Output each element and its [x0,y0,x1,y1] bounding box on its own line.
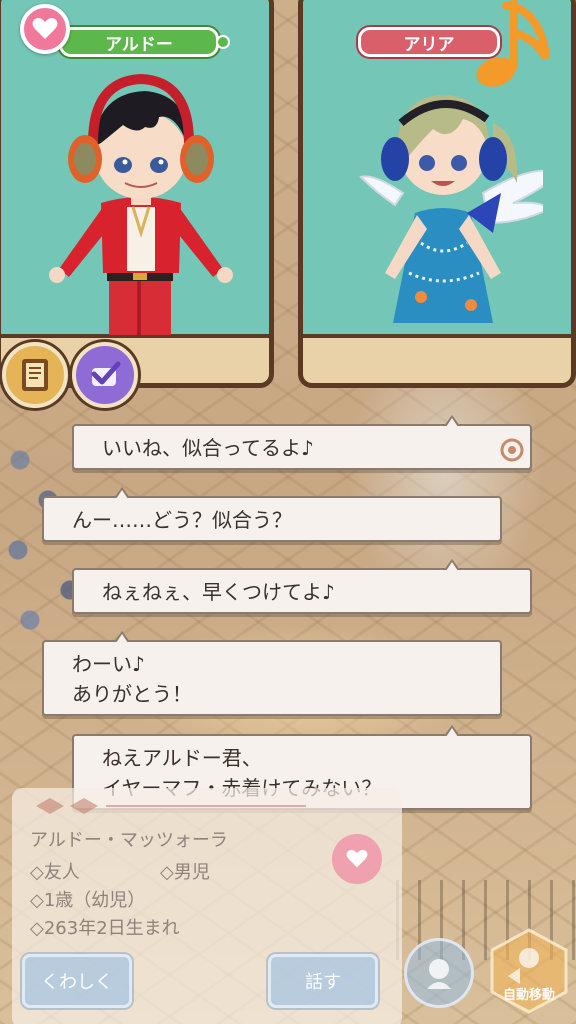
dialogue-line: ねぇねぇ、早くつけてよ♪ [102,580,335,604]
dialogue-bubble-right: ねぇねぇ、早くつけてよ♪ [72,559,532,614]
profile-gender: ◇男児 [160,862,210,883]
aldo-character-avatar [49,73,233,335]
character-name-right: アリア [403,34,455,55]
dialogue-bubble-right: いいね、似合ってるよ♪ [72,415,532,470]
book-icon [22,359,48,391]
emote-button[interactable] [404,938,474,1008]
talk-button[interactable]: 話す [268,954,378,1008]
decorative-border [36,798,306,814]
character-name-left: アルドー [105,34,173,55]
profile-age: ◇1歳（幼児） [30,890,146,911]
checkmark-icon [91,361,121,386]
dialogue-bubble-left: んー……どう？似合う？ [42,487,502,542]
heart-badge[interactable] [20,4,70,54]
auto-move-label: 自動移動 [502,988,555,1003]
dialogue-line: いいね、似合ってるよ♪ [102,436,314,460]
details-button[interactable]: くわしく [22,954,132,1008]
aria-character-avatar [359,95,543,323]
auto-move-button[interactable]: 自動移動 [486,928,572,1014]
villagers-crowd [0,440,110,650]
dialogue-bubble-left: わーい♪ ありがとう！ [42,631,502,716]
profile-name: アルドー・マッツォーラ [30,830,228,851]
dialogue-line: わーい♪ [72,652,145,676]
dialogue-line: ありがとう！ [72,682,192,706]
confirm-button[interactable] [72,342,138,408]
name-tag-knob [216,35,230,49]
profile-relation: ◇友人 [30,862,80,883]
profile-birthday: ◇263年2日生まれ [30,918,180,939]
speech-bubble-icon [500,438,524,462]
dialogue-line: ねえアルドー君、 [102,746,262,770]
heart-icon [32,18,58,39]
journal-button[interactable] [2,342,68,408]
heart-icon [346,849,368,868]
character-emote-icon [427,959,451,989]
dialogue-line: んー……どう？似合う？ [72,508,292,532]
music-note-icon [476,0,550,87]
favorite-button[interactable] [332,834,382,884]
character-name-tag-left: アルドー [59,27,230,57]
character-panel-left: アルドー [0,0,274,388]
